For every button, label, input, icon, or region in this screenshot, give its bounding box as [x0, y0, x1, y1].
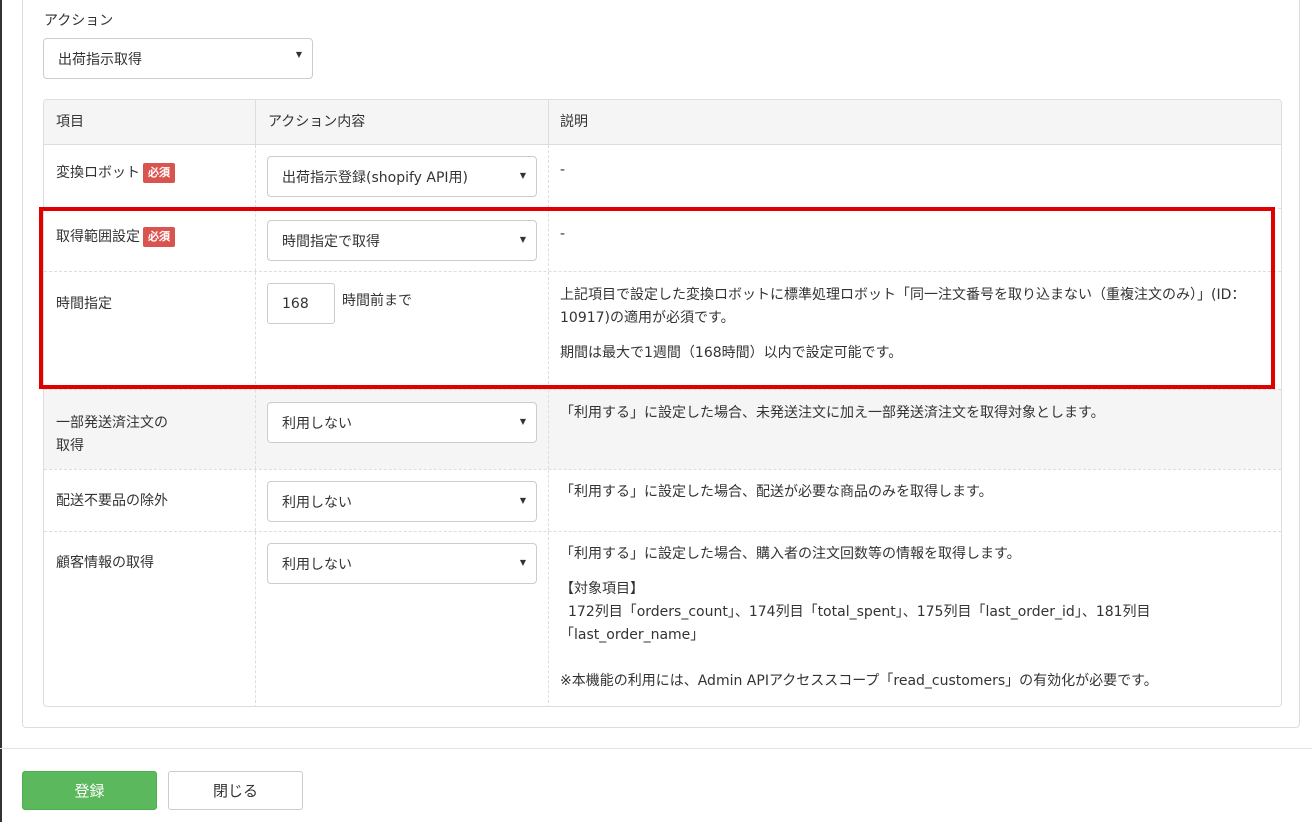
action-select[interactable]: 出荷指示取得 ▼	[43, 38, 313, 79]
required-badge: 必須	[143, 227, 175, 247]
column-divider	[548, 272, 549, 389]
row-label-robot-text: 変換ロボット	[56, 165, 140, 181]
register-button[interactable]: 登録	[22, 771, 157, 810]
column-divider	[548, 532, 549, 706]
row-label-range: 取得範囲設定 必須	[56, 226, 175, 249]
column-divider	[255, 100, 256, 144]
column-divider	[548, 100, 549, 144]
chevron-down-icon: ▼	[519, 557, 526, 567]
table-header: 項目 アクション内容 説明	[44, 100, 1281, 145]
settings-table: 項目 アクション内容 説明 変換ロボット 必須 出荷指示登録(shopify AP…	[43, 99, 1282, 707]
customer-desc-note: ※本機能の利用には、Admin APIアクセススコープ「read_custome…	[560, 673, 1158, 689]
row-label-time: 時間指定	[56, 296, 112, 312]
chevron-down-icon: ▼	[295, 49, 302, 59]
column-divider	[255, 470, 256, 531]
range-select[interactable]: 時間指定で取得 ▼	[267, 220, 537, 261]
column-divider	[255, 272, 256, 389]
row-label-partial: 一部発送済注文の 取得	[56, 412, 168, 458]
row-label-partial-line2: 取得	[56, 438, 84, 454]
row-desc-shipping: 「利用する」に設定した場合、配送が必要な商品のみを取得します。	[560, 484, 993, 500]
partial-select[interactable]: 利用しない ▼	[267, 402, 537, 443]
column-divider	[255, 390, 256, 469]
table-row-partial: 一部発送済注文の 取得 利用しない ▼ 「利用する」に設定した場合、未発送注文に加…	[44, 389, 1281, 469]
close-button[interactable]: 閉じる	[168, 771, 303, 810]
action-label: アクション	[44, 13, 114, 29]
footer-divider	[0, 748, 1312, 749]
column-divider	[255, 209, 256, 271]
robot-select[interactable]: 出荷指示登録(shopify API用) ▼	[267, 156, 537, 197]
shipping-select-value: 利用しない	[282, 494, 352, 511]
chevron-down-icon: ▼	[519, 170, 526, 180]
header-item: 項目	[56, 114, 84, 130]
table-row-range: 取得範囲設定 必須 時間指定で取得 ▼ -	[44, 208, 1281, 271]
hours-input-value: 168	[282, 295, 309, 312]
row-desc-robot: -	[560, 162, 566, 178]
robot-select-value: 出荷指示登録(shopify API用)	[282, 169, 468, 186]
column-divider	[255, 145, 256, 208]
window-edge	[0, 0, 2, 822]
time-desc-line1: 上記項目で設定した変換ロボットに標準処理ロボット「同一注文番号を取り込まない（重…	[560, 287, 1246, 326]
action-select-value: 出荷指示取得	[58, 51, 142, 68]
row-desc-partial: 「利用する」に設定した場合、未発送注文に加え一部発送済注文を取得対象とします。	[560, 405, 1105, 421]
hours-input[interactable]: 168	[267, 283, 335, 324]
row-desc-time: 上記項目で設定した変換ロボットに標準処理ロボット「同一注文番号を取り込まない（重…	[560, 284, 1266, 365]
column-divider	[548, 470, 549, 531]
chevron-down-icon: ▼	[519, 416, 526, 426]
customer-select-value: 利用しない	[282, 556, 352, 573]
row-desc-customer: 「利用する」に設定した場合、購入者の注文回数等の情報を取得します。 【対象項目】…	[560, 543, 1266, 693]
column-divider	[548, 390, 549, 469]
required-badge: 必須	[143, 163, 175, 183]
chevron-down-icon: ▼	[519, 234, 526, 244]
table-row-time: 時間指定 168 時間前まで 上記項目で設定した変換ロボットに標準処理ロボット「…	[44, 271, 1281, 389]
row-label-customer: 顧客情報の取得	[56, 555, 154, 571]
partial-select-value: 利用しない	[282, 415, 352, 432]
row-label-range-text: 取得範囲設定	[56, 229, 140, 245]
chevron-down-icon: ▼	[519, 495, 526, 505]
header-action-content: アクション内容	[268, 114, 366, 130]
time-desc-line2: 期間は最大で1週間（168時間）以内で設定可能です。	[560, 345, 903, 361]
row-label-robot: 変換ロボット 必須	[56, 162, 175, 185]
column-divider	[548, 145, 549, 208]
customer-select[interactable]: 利用しない ▼	[267, 543, 537, 584]
column-divider	[548, 209, 549, 271]
column-divider	[255, 532, 256, 706]
range-select-value: 時間指定で取得	[282, 233, 380, 250]
hours-suffix: 時間前まで	[342, 293, 412, 309]
row-label-shipping: 配送不要品の除外	[56, 493, 168, 509]
table-row-robot: 変換ロボット 必須 出荷指示登録(shopify API用) ▼ -	[44, 145, 1281, 208]
shipping-select[interactable]: 利用しない ▼	[267, 481, 537, 522]
table-row-customer: 顧客情報の取得 利用しない ▼ 「利用する」に設定した場合、購入者の注文回数等の…	[44, 531, 1281, 706]
customer-desc-items: 172列目「orders_count」、174列目「total_spent」、1…	[560, 604, 1151, 643]
customer-desc-line1: 「利用する」に設定した場合、購入者の注文回数等の情報を取得します。	[560, 546, 1021, 562]
row-label-partial-line1: 一部発送済注文の	[56, 415, 168, 431]
table-row-shipping: 配送不要品の除外 利用しない ▼ 「利用する」に設定した場合、配送が必要な商品の…	[44, 469, 1281, 531]
row-desc-range: -	[560, 226, 566, 242]
header-description: 説明	[560, 114, 588, 130]
customer-desc-heading: 【対象項目】	[560, 581, 644, 597]
